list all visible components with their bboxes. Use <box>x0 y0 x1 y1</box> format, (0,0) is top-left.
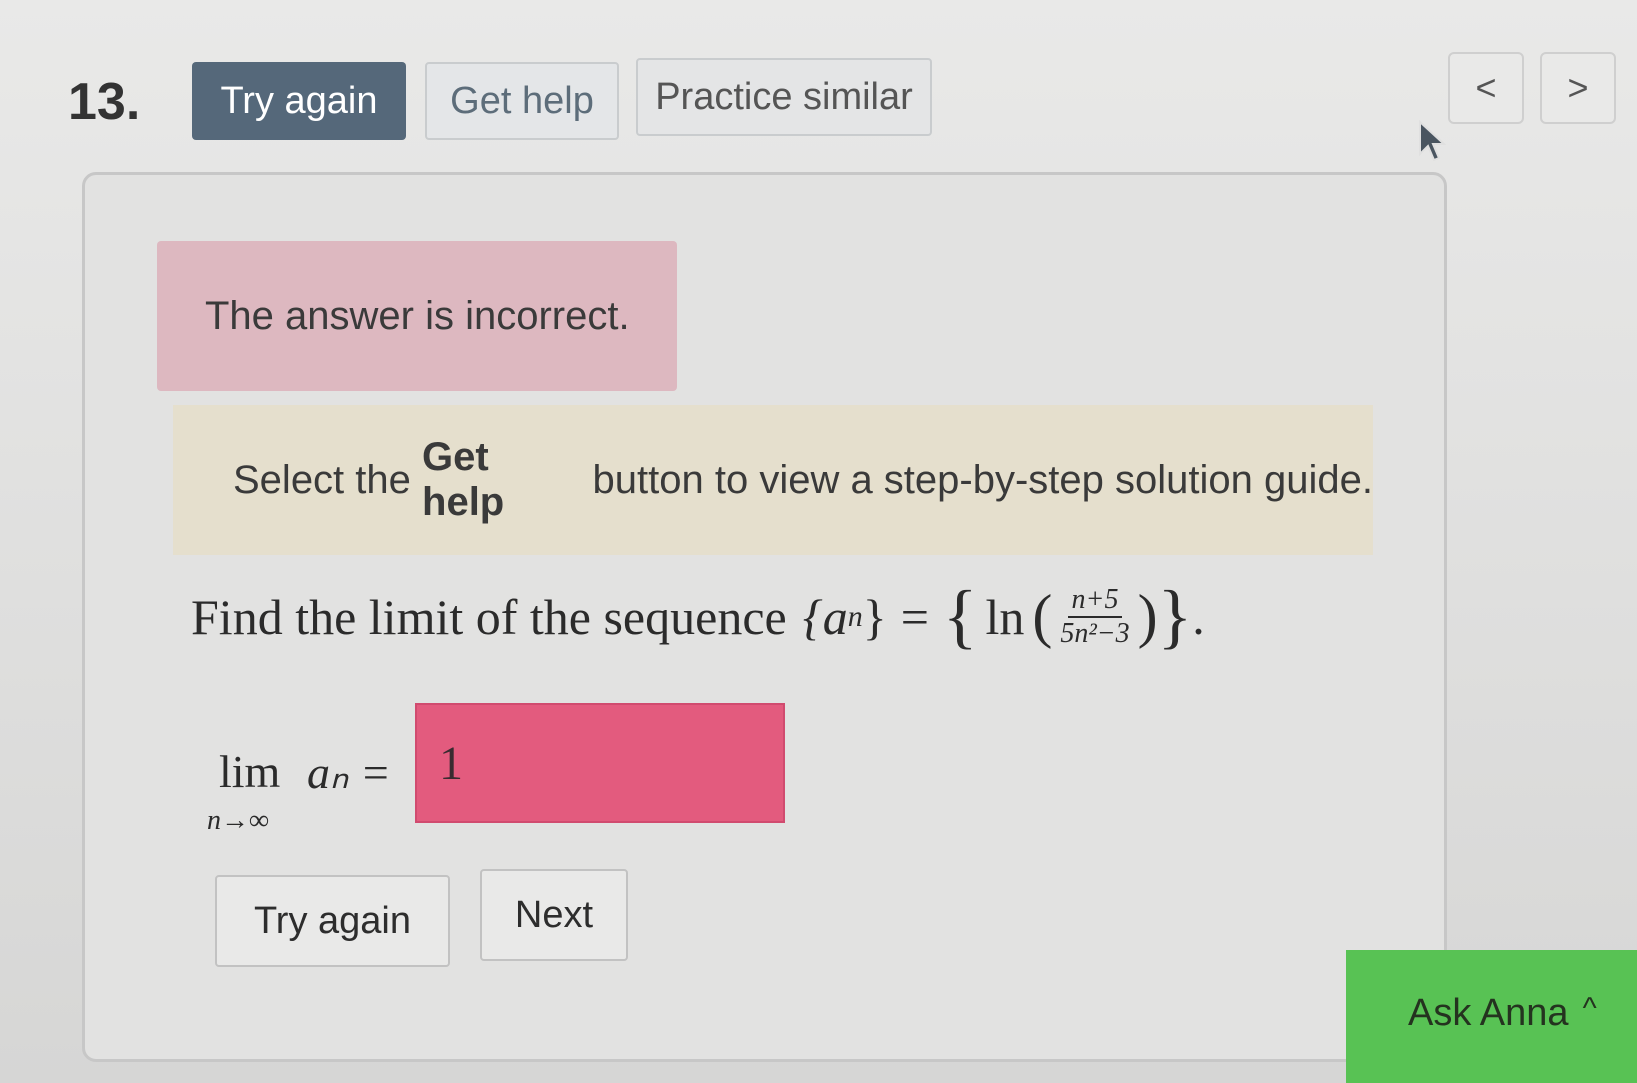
left-paren: ( <box>1032 583 1053 649</box>
chevron-up-icon: ^ <box>1582 992 1597 1025</box>
fraction: n+5 5n²−3 <box>1056 584 1133 650</box>
fraction-denominator: 5n²−3 <box>1060 617 1130 649</box>
hint-suffix: button to view a step-by-step solution g… <box>581 457 1373 502</box>
period: . <box>1192 588 1205 645</box>
practice-similar-button[interactable]: Practice similar <box>636 58 932 136</box>
lim-subscript: n→∞ <box>207 805 269 836</box>
next-question-button[interactable]: > <box>1540 52 1616 124</box>
sequence-subscript: n <box>847 599 863 633</box>
ln-operator: ln <box>985 588 1025 645</box>
ask-anna-button[interactable]: Ask Anna ^ <box>1346 950 1637 1083</box>
lim-operator: lim <box>219 746 281 797</box>
fraction-numerator: n+5 <box>1067 584 1123 618</box>
right-paren: ) <box>1137 583 1158 649</box>
previous-question-button[interactable]: < <box>1448 52 1524 124</box>
limit-variable: aₙ = <box>307 747 391 798</box>
question-number: 13. <box>68 73 141 131</box>
question-text: Find the limit of the sequence {a n} = { … <box>191 575 1205 658</box>
question-prompt: Find the limit of the sequence <box>191 588 787 645</box>
answer-value: 1 <box>439 736 463 790</box>
sequence-open: {a <box>802 588 848 645</box>
hint-bold: Get help <box>422 435 505 524</box>
left-brace: { <box>942 576 978 656</box>
sequence-close: } <box>862 588 887 645</box>
answer-input[interactable]: 1 <box>415 703 785 823</box>
next-button[interactable]: Next <box>480 869 628 961</box>
page: 13. Try again Get help Practice similar … <box>0 0 1637 1083</box>
incorrect-feedback-banner: The answer is incorrect. <box>157 241 677 391</box>
get-help-button[interactable]: Get help <box>425 62 619 140</box>
chevron-right-icon: > <box>1567 67 1589 108</box>
incorrect-message: The answer is incorrect. <box>205 293 630 338</box>
question-card: The answer is incorrect. Select the Get … <box>82 172 1447 1062</box>
mouse-pointer-icon <box>1418 119 1448 169</box>
chevron-left-icon: < <box>1475 67 1497 108</box>
hint-prefix: Select the <box>233 457 423 502</box>
ask-anna-label: Ask Anna <box>1408 992 1569 1034</box>
try-again-button-top[interactable]: Try again <box>192 62 406 140</box>
equals-sign: = <box>900 588 929 645</box>
try-again-button[interactable]: Try again <box>215 875 450 967</box>
right-brace: } <box>1157 576 1193 656</box>
help-hint-banner: Select the Get help button to view a ste… <box>173 405 1373 555</box>
